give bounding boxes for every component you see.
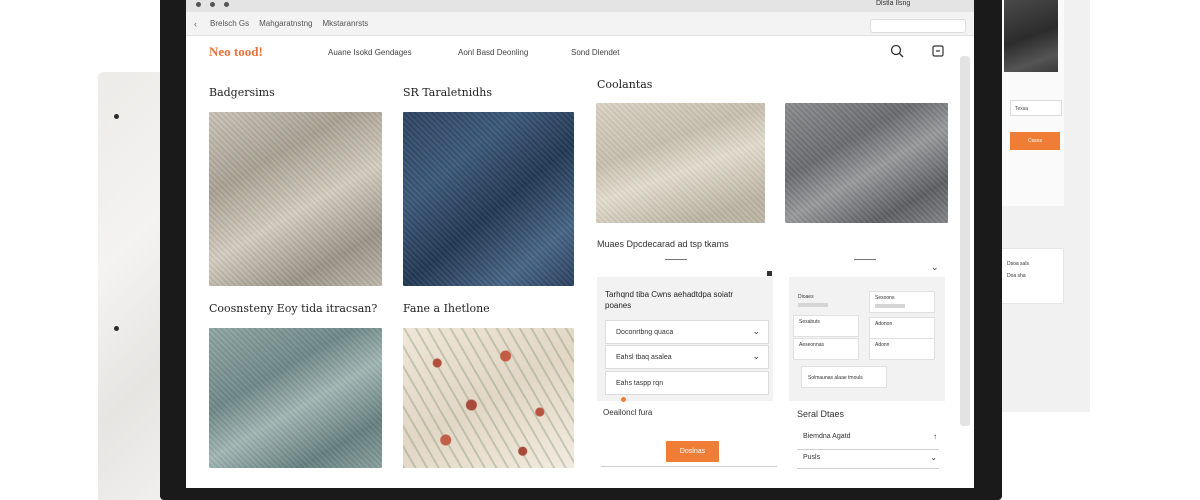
user-label[interactable]: Dlstla Ilsng	[876, 0, 910, 7]
divider	[665, 259, 687, 260]
chevron-down-icon: ⌄	[752, 326, 760, 336]
page-scrollbar[interactable]	[960, 56, 970, 426]
spec-label: Sesoons	[875, 295, 895, 301]
divider	[797, 449, 939, 450]
browser-tab[interactable]: Mahgaratnstng	[259, 19, 312, 28]
primary-button[interactable]: Doslnas	[666, 441, 719, 462]
spec-cta[interactable]: Solmaunas alaae tmouls	[801, 366, 887, 388]
spec-item[interactable]: Sesoons	[869, 291, 935, 313]
cart-icon[interactable]	[931, 44, 945, 58]
dropdown-label: Doconrtbng quaca	[616, 329, 674, 336]
spec-label: Adonon	[875, 321, 893, 327]
list-item-label: Biemdna Agatd	[803, 433, 851, 440]
browser-tab[interactable]: Mkstaranrsts	[323, 19, 369, 28]
spec-label: Sesabuts	[799, 319, 820, 325]
nav-link[interactable]: Aonl Basd Deonling	[458, 48, 528, 57]
filter-footer: Oeailoncl fura	[603, 408, 653, 417]
search-icon[interactable]	[890, 44, 904, 58]
spec-label: Adonn	[875, 342, 890, 348]
divider	[854, 259, 876, 260]
browser-tabs: Brelsch Gs Mahgaratnstng Mkstaranrsts	[210, 19, 368, 28]
list-item[interactable]: Pusls ⌄	[803, 453, 937, 462]
product-image-denim[interactable]	[403, 112, 574, 286]
spec-label: Dioaes	[798, 294, 814, 300]
site-header: Neo tood! Auane Isokd Gendages Aonl Basd…	[186, 36, 974, 66]
spec-item[interactable]: Aeseonnas	[793, 338, 859, 360]
dropdown-label: Eahs taspp rqn	[616, 380, 664, 387]
divider	[601, 466, 777, 467]
product-image-beige[interactable]	[596, 103, 765, 223]
browser-tab[interactable]: Brelsch Gs	[210, 19, 249, 28]
marble-dot	[114, 326, 119, 331]
product-image-linen[interactable]	[209, 112, 382, 286]
filter-dropdown[interactable]: Eahs taspp rqn	[605, 371, 769, 395]
stage: Texsa Cssos Dsoa sals Doa sha Dlstla Ils…	[0, 0, 1200, 500]
chevron-up-icon: ↑	[933, 432, 937, 441]
side-card-row: Doa sha	[1007, 273, 1026, 279]
list-title: Seral Dtaes	[797, 409, 845, 419]
product-image-grey[interactable]	[785, 103, 948, 223]
back-icon[interactable]: ‹	[194, 19, 197, 29]
spec-bar	[798, 303, 828, 307]
side-card: Dsoa sals Doa sha	[1000, 248, 1064, 304]
filter-header: Tarhqnd tiba Cwns aehadtdpa soiatr poane…	[605, 290, 734, 310]
browser-screen: Dlstla Ilsng ‹ Brelsch Gs Mahgaratnstng …	[186, 0, 974, 488]
side-fabric-image	[1004, 0, 1058, 72]
nav-link[interactable]: Sond Dlendet	[571, 48, 619, 57]
divider	[797, 468, 939, 469]
product-title[interactable]: Coosnsteny Eoy tida itracsan?	[209, 302, 377, 315]
chevron-down-icon[interactable]: ⌄	[931, 262, 939, 273]
filter-dropdown[interactable]: Doconrtbng quaca ⌄	[605, 320, 769, 344]
browser-chrome: Dlstla Ilsng ‹ Brelsch Gs Mahgaratnstng …	[186, 0, 974, 36]
dropdown-label: Eahsl tbaq asalea	[616, 354, 672, 361]
product-title[interactable]: SR Taraletnidhs	[403, 86, 492, 99]
window-topbar	[186, 0, 974, 12]
spec-bar	[875, 304, 905, 308]
filter-panel: Tarhqnd tiba Cwns aehadtdpa soiatr poane…	[597, 271, 773, 401]
marble-dot	[114, 114, 119, 119]
product-title[interactable]: Fane a Ihetlone	[403, 302, 490, 315]
product-title[interactable]: Coolantas	[597, 78, 652, 91]
window-maximize-button[interactable]	[224, 2, 229, 7]
side-button[interactable]: Cssos	[1010, 132, 1060, 150]
section-title: Muaes Dpcdecarad ad tsp tkams	[597, 239, 729, 249]
list-item[interactable]: Biemdna Agatd ↑	[803, 432, 937, 441]
product-image-sage[interactable]	[209, 328, 382, 468]
chevron-down-icon: ⌄	[930, 453, 937, 462]
spec-panel: Dioaes Sesoons Sesabuts Adonon Aeseonnas…	[789, 277, 945, 401]
product-image-floral[interactable]	[403, 328, 574, 468]
spec-item[interactable]: Adonn	[869, 338, 935, 360]
spec-item[interactable]: Sesabuts	[793, 315, 859, 337]
list-item-label: Pusls	[803, 454, 821, 461]
address-bar[interactable]	[870, 19, 966, 33]
filter-dropdown[interactable]: Eahsl tbaq asalea ⌄	[605, 345, 769, 369]
product-title[interactable]: Badgersims	[209, 86, 275, 99]
spec-item: Dioaes	[793, 291, 859, 313]
chevron-down-icon: ⌄	[752, 351, 760, 361]
side-panel: Texsa Cssos Dsoa sals Doa sha	[990, 0, 1090, 412]
side-text-field[interactable]: Texsa	[1010, 100, 1062, 116]
spec-label: Aeseonnas	[799, 342, 825, 348]
spec-item[interactable]: Adonon	[869, 317, 935, 339]
window-close-button[interactable]	[196, 2, 201, 7]
site-logo[interactable]: Neo tood!	[209, 44, 263, 60]
progress-indicator	[621, 397, 626, 402]
nav-link[interactable]: Auane Isokd Gendages	[328, 48, 412, 57]
panel-marker-icon	[767, 271, 772, 276]
side-card-row: Dsoa sals	[1007, 261, 1029, 267]
window-minimize-button[interactable]	[210, 2, 215, 7]
